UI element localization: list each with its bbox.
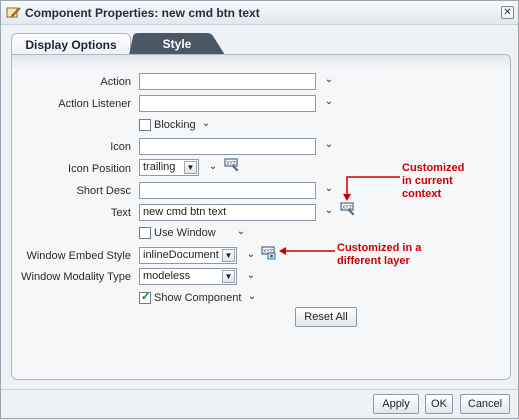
window-embed-style-select[interactable]: inlineDocument ▼ bbox=[139, 247, 237, 264]
svg-text:XYZ: XYZ bbox=[226, 161, 236, 167]
text-input[interactable]: new cmd btn text bbox=[139, 204, 316, 221]
short-desc-label: Short Desc bbox=[76, 185, 131, 197]
window-embed-style-label: Window Embed Style bbox=[26, 250, 131, 262]
tab-display-options[interactable]: Display Options bbox=[11, 33, 131, 55]
tab-style-label: Style bbox=[162, 37, 192, 51]
tab-style[interactable]: Style bbox=[129, 33, 225, 55]
action-listener-input[interactable] bbox=[139, 95, 316, 112]
show-component-label: Show Component bbox=[154, 292, 242, 304]
use-window-chevron-down-icon[interactable]: ⌄ bbox=[236, 226, 246, 237]
short-desc-chevron-down-icon[interactable]: ⌄ bbox=[324, 183, 334, 194]
callout-different-layer-line-2: different layer bbox=[337, 255, 410, 267]
blocking-checkbox[interactable] bbox=[139, 119, 151, 131]
svg-text:XYZ: XYZ bbox=[342, 205, 352, 211]
window-modality-type-select[interactable]: modeless ▼ bbox=[139, 268, 237, 285]
title-bar: Component Properties: new cmd btn text ✕ bbox=[1, 1, 518, 25]
callout-current-context-line-2: in current bbox=[402, 175, 453, 187]
icon-chevron-down-icon[interactable]: ⌄ bbox=[324, 139, 334, 150]
icon-position-label: Icon Position bbox=[68, 163, 131, 175]
show-component-chevron-down-icon[interactable]: ⌄ bbox=[247, 291, 257, 302]
action-listener-label: Action Listener bbox=[58, 98, 131, 110]
select-arrow-icon: ▼ bbox=[222, 270, 235, 283]
select-arrow-icon: ▼ bbox=[184, 161, 197, 174]
select-arrow-icon: ▼ bbox=[222, 249, 235, 262]
window-modality-type-value: modeless bbox=[143, 270, 191, 282]
window-embed-style-chevron-down-icon[interactable]: ⌄ bbox=[246, 249, 256, 260]
text-chevron-down-icon[interactable]: ⌄ bbox=[324, 205, 334, 216]
short-desc-input[interactable] bbox=[139, 182, 316, 199]
cancel-button[interactable]: Cancel bbox=[460, 394, 510, 414]
dialog-title: Component Properties: new cmd btn text bbox=[25, 6, 260, 20]
icon-input[interactable] bbox=[139, 138, 316, 155]
icon-position-select[interactable]: trailing ▼ bbox=[139, 159, 199, 176]
customized-different-layer-icon[interactable]: XYZ bbox=[261, 246, 277, 260]
icon-label: Icon bbox=[110, 141, 131, 153]
action-input[interactable] bbox=[139, 73, 316, 90]
callout-different-layer-line-1: Customized in a bbox=[337, 242, 422, 254]
window-modality-type-chevron-down-icon[interactable]: ⌄ bbox=[246, 270, 256, 281]
close-button[interactable]: ✕ bbox=[501, 6, 514, 19]
callout-different-layer: Customized in a different layer bbox=[337, 242, 421, 268]
action-listener-chevron-down-icon[interactable]: ⌄ bbox=[324, 96, 334, 107]
icon-position-value: trailing bbox=[143, 161, 176, 173]
ok-button[interactable]: OK bbox=[425, 394, 453, 414]
blocking-label: Blocking bbox=[154, 119, 196, 131]
apply-button[interactable]: Apply bbox=[373, 394, 419, 414]
pencil-properties-icon bbox=[6, 7, 21, 18]
component-properties-dialog: Component Properties: new cmd btn text ✕… bbox=[0, 0, 519, 419]
customization-badge-icon[interactable]: XYZ bbox=[224, 158, 240, 172]
tab-bar: Display Options Style bbox=[11, 33, 511, 55]
panel-header-shade bbox=[12, 55, 510, 69]
callout-current-context: Customized in current context bbox=[402, 162, 464, 201]
reset-all-button[interactable]: Reset All bbox=[295, 307, 357, 327]
callout-current-context-line-3: context bbox=[402, 188, 442, 200]
action-label: Action bbox=[100, 76, 131, 88]
action-chevron-down-icon[interactable]: ⌄ bbox=[324, 74, 334, 85]
customized-current-context-icon[interactable]: XYZ bbox=[340, 202, 356, 216]
blocking-chevron-down-icon[interactable]: ⌄ bbox=[201, 118, 211, 129]
text-label: Text bbox=[110, 207, 131, 219]
use-window-label: Use Window bbox=[154, 227, 216, 239]
window-embed-style-value: inlineDocument bbox=[143, 249, 219, 261]
use-window-checkbox[interactable] bbox=[139, 227, 151, 239]
window-modality-type-label: Window Modality Type bbox=[21, 271, 131, 283]
callout-current-context-line-1: Customized bbox=[402, 162, 465, 174]
show-component-checkbox[interactable] bbox=[139, 290, 151, 304]
icon-position-chevron-down-icon[interactable]: ⌄ bbox=[208, 161, 218, 172]
